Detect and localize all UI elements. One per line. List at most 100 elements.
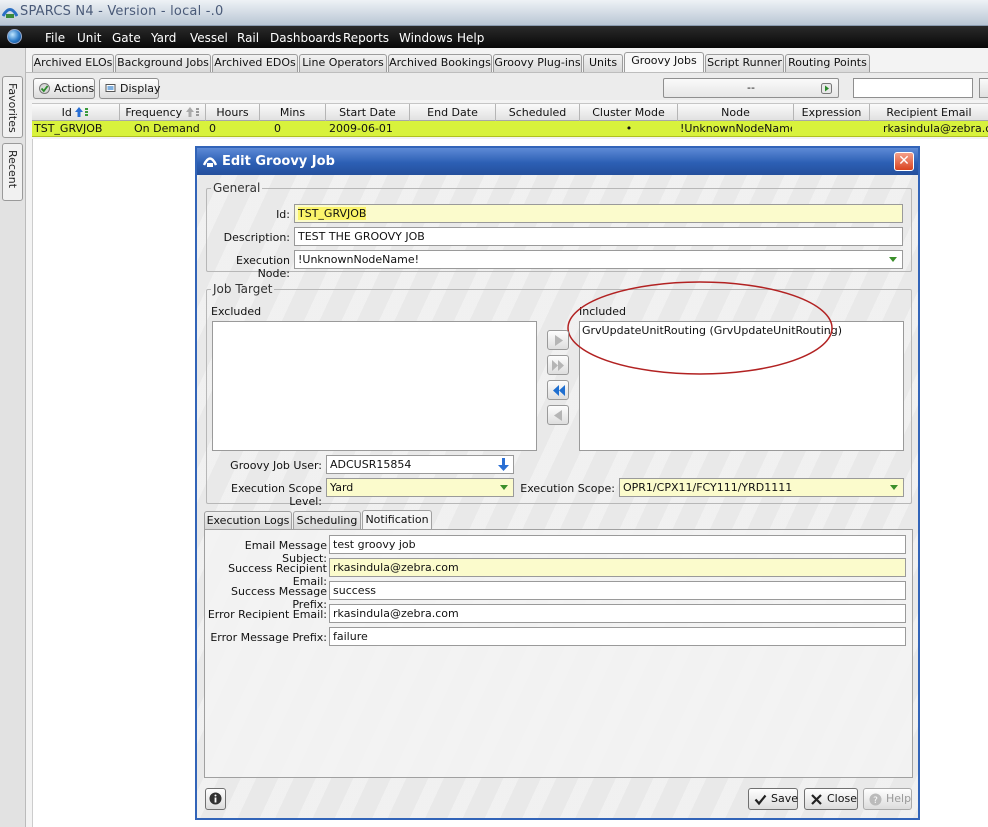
- menu-dashboards[interactable]: Dashboards: [270, 31, 341, 45]
- tab-units[interactable]: Units: [583, 54, 623, 72]
- col-expression[interactable]: Expression: [794, 104, 870, 122]
- col-frequency[interactable]: Frequency: [120, 104, 206, 122]
- col-node[interactable]: Node: [678, 104, 794, 122]
- description-field[interactable]: TEST THE GROOVY JOB: [294, 227, 903, 246]
- cell-id: TST_GRVJOB: [34, 122, 103, 135]
- cell-frequency: On Demand: [134, 122, 200, 135]
- move-right-button[interactable]: [547, 330, 569, 350]
- tab-script-runner[interactable]: Script Runner: [705, 54, 784, 72]
- menu-bar: File Unit Gate Yard Vessel Rail Dashboar…: [0, 26, 988, 48]
- general-legend: General: [213, 181, 261, 195]
- success-message-prefix-field[interactable]: success: [329, 581, 906, 600]
- execution-scope-select[interactable]: OPR1/CPX11/FCY111/YRD1111: [619, 478, 904, 497]
- dock-tab-favorites[interactable]: Favorites: [2, 76, 23, 138]
- excluded-list[interactable]: [212, 321, 537, 451]
- arrow-right-icon: [555, 335, 563, 346]
- col-mins[interactable]: Mins: [260, 104, 326, 122]
- lookup-arrow-icon[interactable]: [497, 458, 510, 472]
- menu-help[interactable]: Help: [457, 31, 484, 45]
- id-field[interactable]: TST_GRVJOB: [294, 204, 903, 223]
- close-button[interactable]: Close: [804, 788, 858, 810]
- col-scheduled[interactable]: Scheduled: [496, 104, 580, 122]
- cell-end-date: [413, 121, 493, 137]
- execution-node-select[interactable]: !UnknownNodeName!: [294, 250, 903, 269]
- error-message-prefix-field[interactable]: failure: [329, 627, 906, 646]
- cell-recipient-email: rkasindula@zebra.com: [883, 122, 988, 135]
- execution-scope-level-label: Execution Scope Level:: [231, 482, 322, 508]
- cell-scheduled: [499, 121, 579, 137]
- move-all-left-button[interactable]: [547, 380, 569, 400]
- cell-hours: 0: [209, 122, 216, 135]
- tab-archived-edos[interactable]: Archived EDOs: [212, 54, 298, 72]
- filter-combo[interactable]: --: [663, 78, 839, 98]
- cell-cluster-mode: •: [625, 122, 633, 135]
- col-id[interactable]: Id: [32, 104, 120, 122]
- error-recipient-email-field[interactable]: rkasindula@zebra.com: [329, 604, 906, 623]
- job-target-legend: Job Target: [213, 282, 273, 296]
- col-start-date[interactable]: Start Date: [326, 104, 410, 122]
- dialog-titlebar: Edit Groovy Job ✕: [197, 148, 918, 175]
- filter-combo-value: --: [747, 81, 755, 94]
- execution-scope-label: Execution Scope:: [520, 482, 615, 495]
- display-button[interactable]: Display: [99, 78, 161, 99]
- success-recipient-email-field[interactable]: rkasindula@zebra.com: [329, 558, 906, 577]
- dock-favorites-label: Favorites: [6, 83, 19, 133]
- col-cluster-mode[interactable]: Cluster Mode: [580, 104, 678, 122]
- move-left-button[interactable]: [547, 405, 569, 425]
- edit-groovy-job-dialog: Edit Groovy Job ✕ General Id: TST_GRVJOB…: [195, 146, 920, 820]
- grid-header: Id Frequency Hours Mins Start Date End D…: [32, 103, 988, 122]
- groovy-job-user-field[interactable]: ADCUSR15854: [326, 455, 514, 474]
- execution-scope-level-value: Yard: [330, 481, 354, 494]
- tab-background-jobs[interactable]: Background Jobs: [115, 54, 211, 72]
- dock-tab-recent[interactable]: Recent: [2, 143, 23, 201]
- display-label: Display: [120, 82, 161, 95]
- tab-scheduling[interactable]: Scheduling: [293, 511, 361, 530]
- left-dock: Favorites Recent: [0, 48, 26, 827]
- tab-routing-points[interactable]: Routing Points: [785, 54, 870, 72]
- tab-groovy-plugins[interactable]: Groovy Plug-ins: [493, 54, 582, 72]
- menu-rail[interactable]: Rail: [237, 31, 259, 45]
- app-logo-icon: [2, 8, 18, 18]
- checkmark-icon: [39, 83, 50, 94]
- menu-unit[interactable]: Unit: [77, 31, 101, 45]
- execution-scope-level-select[interactable]: Yard: [326, 478, 514, 497]
- tab-notification[interactable]: Notification: [362, 510, 432, 530]
- tab-archived-bookings[interactable]: Archived Bookings: [388, 54, 492, 72]
- id-label: Id:: [276, 208, 290, 221]
- tab-archived-elos[interactable]: Archived ELOs: [32, 54, 114, 72]
- description-label: Description:: [223, 231, 290, 244]
- arrow-left-icon: [554, 410, 562, 421]
- info-button[interactable]: [205, 788, 226, 810]
- help-button[interactable]: ? Help: [863, 788, 912, 810]
- tab-groovy-jobs[interactable]: Groovy Jobs: [624, 52, 704, 73]
- email-subject-field[interactable]: test groovy job: [329, 535, 906, 554]
- chevron-down-icon: [889, 257, 897, 262]
- cell-start-date: 2009-06-01: [329, 122, 393, 135]
- globe-icon[interactable]: [7, 29, 22, 44]
- menu-windows[interactable]: Windows: [399, 31, 453, 45]
- tab-line-operators[interactable]: Line Operators: [299, 54, 387, 72]
- actions-button[interactable]: Actions: [33, 78, 95, 99]
- filter-apply-icon: [821, 83, 832, 94]
- menu-reports[interactable]: Reports: [343, 31, 389, 45]
- menu-gate[interactable]: Gate: [112, 31, 141, 45]
- move-all-right-button[interactable]: [547, 355, 569, 375]
- menu-vessel[interactable]: Vessel: [190, 31, 228, 45]
- info-icon: [209, 792, 222, 805]
- excluded-label: Excluded: [211, 305, 262, 318]
- col-end-date[interactable]: End Date: [410, 104, 496, 122]
- save-button[interactable]: Save: [748, 788, 798, 810]
- tab-strip: Archived ELOs Background Jobs Archived E…: [26, 52, 988, 73]
- menu-file[interactable]: File: [45, 31, 65, 45]
- menu-yard[interactable]: Yard: [151, 31, 176, 45]
- col-hours[interactable]: Hours: [206, 104, 260, 122]
- table-row[interactable]: TST_GRVJOB On Demand 0 0 2009-06-01 • !U…: [32, 121, 988, 137]
- window-titlebar: SPARCS N4 - Version - local -.0: [0, 0, 988, 26]
- filter-menu-button[interactable]: [979, 78, 988, 98]
- error-recipient-email-label: Error Recipient Email:: [207, 608, 327, 621]
- toolbar: Actions Display --: [26, 72, 988, 100]
- dialog-close-x-button[interactable]: ✕: [894, 152, 914, 171]
- filter-text-input[interactable]: [853, 78, 973, 98]
- tab-execution-logs[interactable]: Execution Logs: [204, 511, 292, 530]
- col-recipient-email[interactable]: Recipient Email: [870, 104, 988, 122]
